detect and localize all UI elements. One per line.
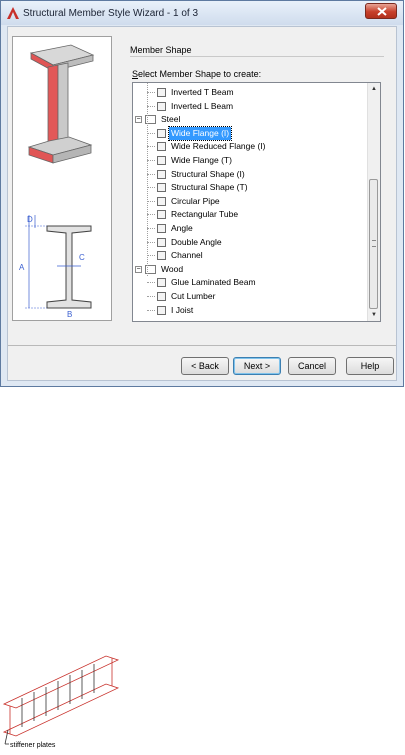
- shape-icon: [157, 237, 166, 247]
- shape-icon: [157, 101, 166, 111]
- close-button[interactable]: [365, 3, 397, 19]
- shape-icon: [157, 183, 166, 193]
- dimension-label-b: B: [67, 310, 72, 317]
- wide-flange-3d-image: [27, 44, 95, 164]
- wizard-window: Structural Member Style Wizard - 1 of 3: [0, 0, 404, 387]
- tree-item[interactable]: Rectangular Tube: [133, 208, 363, 221]
- tree-item-label: Inverted T Beam: [171, 87, 234, 97]
- shape-icon: [157, 156, 166, 165]
- wizard-client-area: D A C B Member Shape Select Member Shape…: [7, 26, 397, 381]
- tree-item[interactable]: Angle: [133, 222, 363, 235]
- tree-item-label: Circular Pipe: [171, 195, 220, 206]
- shape-preview-panel: D A C B: [12, 36, 112, 321]
- stiffener-plates-caption: stiffener plates: [10, 742, 56, 749]
- tree-item-label: Wood: [161, 263, 184, 274]
- tree-item[interactable]: Wide Flange (T): [133, 154, 363, 167]
- tree-item[interactable]: Double Angle: [133, 236, 363, 249]
- help-button[interactable]: Help: [346, 357, 394, 375]
- tree-scrollbar[interactable]: ▲ ▼: [367, 83, 380, 321]
- tree-item[interactable]: Circular Pipe: [133, 195, 363, 208]
- close-icon: [377, 7, 387, 16]
- tree-item-label: Cut Lumber: [171, 291, 216, 301]
- button-separator: [8, 345, 396, 346]
- select-shape-label: Select Member Shape to create:: [132, 69, 262, 79]
- tree-item[interactable]: Structural Shape (I): [133, 168, 363, 181]
- tree-item-label: Structural Shape (I): [171, 168, 245, 179]
- tree-item-label: Wide Flange (I): [167, 125, 233, 141]
- tree-folder-steel[interactable]: − Steel: [133, 113, 363, 126]
- shape-icon: [157, 169, 166, 179]
- shape-icon: [157, 128, 166, 138]
- shape-icon: [157, 142, 166, 152]
- tree-item[interactable]: Wide Flange (I): [133, 125, 363, 141]
- shape-icon: [157, 278, 166, 288]
- dimension-label-c: C: [79, 253, 85, 262]
- back-button[interactable]: < Back: [181, 357, 229, 375]
- wide-flange-dimension-diagram: D A C B: [19, 215, 92, 317]
- shape-icon: [157, 196, 166, 206]
- stiffener-beam-illustration: stiffener plates: [2, 655, 120, 749]
- member-shape-tree[interactable]: ▲ ▼ Inverted T Beam Inverted L Beam − Steel…: [132, 82, 381, 322]
- tree-item-label: Wide Flange (T): [171, 155, 232, 165]
- tree-item-label: Structural Shape (T): [171, 182, 248, 193]
- shape-icon: [157, 292, 166, 301]
- tree-item-label: I Joist: [171, 304, 194, 315]
- shape-icon: [157, 251, 166, 261]
- tree-item[interactable]: Structural Shape (T): [133, 181, 363, 194]
- shape-icon: [157, 88, 166, 97]
- tree-item-label: Inverted L Beam: [171, 100, 234, 111]
- tree-item-label: Glue Laminated Beam: [171, 277, 256, 288]
- tree-item[interactable]: Inverted L Beam: [133, 100, 363, 113]
- tree-item-label: Channel: [171, 250, 203, 261]
- window-title: Structural Member Style Wizard - 1 of 3: [23, 8, 199, 19]
- next-button[interactable]: Next >: [233, 357, 281, 375]
- dimension-label-d: D: [27, 215, 33, 224]
- tree-item-label: Steel: [161, 114, 181, 125]
- tree-item[interactable]: Glue Laminated Beam: [133, 276, 363, 289]
- shape-icon: [157, 224, 166, 233]
- tree-item[interactable]: Channel: [133, 249, 363, 262]
- title-bar: Structural Member Style Wizard - 1 of 3: [1, 1, 403, 25]
- collapse-icon[interactable]: −: [135, 265, 142, 273]
- dimension-label-a: A: [19, 263, 25, 272]
- tree-item-label: Wide Reduced Flange (I): [171, 141, 266, 152]
- autocad-app-icon: [7, 7, 19, 19]
- tree-item[interactable]: Cut Lumber: [133, 290, 363, 303]
- scrollbar-thumb[interactable]: [369, 179, 378, 309]
- tree-guide-line: [147, 83, 148, 277]
- tree-item[interactable]: Inverted T Beam: [133, 86, 363, 99]
- member-shape-group-label: Member Shape: [130, 45, 192, 55]
- cancel-button[interactable]: Cancel: [288, 357, 336, 375]
- group-divider: [130, 56, 384, 57]
- tree-item-label: Angle: [171, 223, 193, 233]
- tree-item[interactable]: Wide Reduced Flange (I): [133, 140, 363, 153]
- scroll-up-arrow-icon[interactable]: ▲: [369, 84, 379, 94]
- tree-item-label: Rectangular Tube: [171, 209, 239, 220]
- collapse-icon[interactable]: −: [135, 116, 142, 124]
- shape-icon: [157, 210, 166, 220]
- shape-icon: [157, 305, 166, 315]
- tree-folder-wood[interactable]: − Wood: [133, 263, 363, 276]
- tree-item[interactable]: I Joist: [133, 304, 363, 317]
- scroll-down-arrow-icon[interactable]: ▼: [369, 310, 379, 320]
- tree-item-label: Double Angle: [171, 236, 222, 247]
